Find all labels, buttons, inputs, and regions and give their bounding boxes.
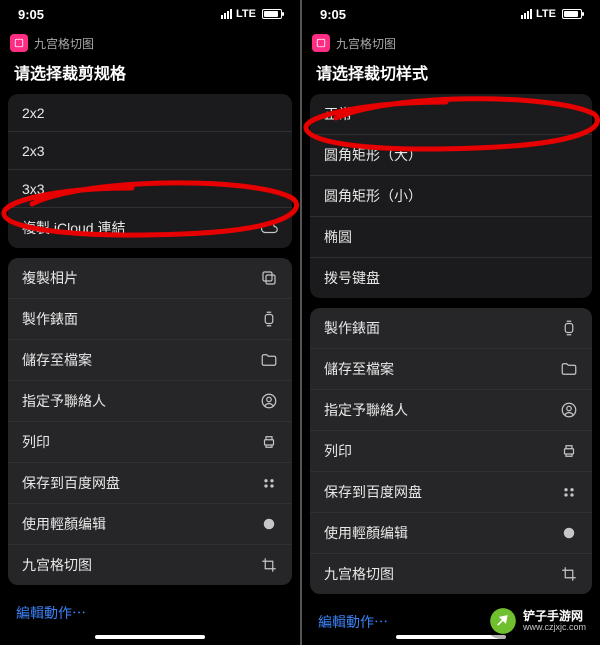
status-time: 9:05 (18, 7, 44, 22)
watermark-url: www.czjxjc.com (523, 623, 586, 632)
print-icon (260, 433, 278, 451)
option-round-small[interactable]: 圆角矩形（小） (310, 176, 592, 217)
option-dialpad[interactable]: 拨号键盘 (310, 258, 592, 298)
action-label: 列印 (22, 432, 50, 452)
action-save-to-files[interactable]: 儲存至檔案 (8, 340, 292, 381)
shortcut-app-icon (312, 34, 330, 52)
status-bar: 9:05 LTE (0, 0, 300, 28)
phone-right: 9:05 LTE 九宫格切图 请选择裁切样式 正常 圆角矩形（大） 圆角矩形（小… (300, 0, 600, 645)
action-label: 指定予聯絡人 (324, 400, 408, 420)
option-3x3[interactable]: 3x3 (8, 170, 292, 208)
person-icon (560, 401, 578, 419)
action-print[interactable]: 列印 (310, 431, 592, 472)
option-normal[interactable]: 正常 (310, 94, 592, 135)
phone-left: 9:05 LTE 九宫格切图 请选择裁剪规格 2x2 2x3 3x3 (0, 0, 300, 645)
action-label: 使用輕顏编辑 (22, 514, 106, 534)
action-assign-contact[interactable]: 指定予聯絡人 (310, 390, 592, 431)
action-create-watchface[interactable]: 製作錶面 (8, 299, 292, 340)
action-label: 列印 (324, 441, 352, 461)
sheet-title: 请选择裁剪规格 (0, 60, 300, 94)
dot-icon (560, 524, 578, 542)
action-assign-contact[interactable]: 指定予聯絡人 (8, 381, 292, 422)
option-copy-icloud-link[interactable]: 複製 iCloud 連結 (8, 208, 292, 248)
options-group: 2x2 2x3 3x3 複製 iCloud 連結 (8, 94, 292, 248)
option-label: 複製 iCloud 連結 (22, 218, 125, 238)
action-label: 複製相片 (22, 268, 78, 288)
action-label: 指定予聯絡人 (22, 391, 106, 411)
watch-icon (560, 319, 578, 337)
action-save-to-files[interactable]: 儲存至檔案 (310, 349, 592, 390)
signal-icon (521, 9, 532, 19)
action-label: 保存到百度网盘 (324, 482, 422, 502)
actions-group: 製作錶面 儲存至檔案 指定予聯絡人 列印 (310, 308, 592, 594)
status-time: 9:05 (320, 7, 346, 22)
shortcut-name: 九宫格切图 (34, 35, 94, 52)
action-label: 使用輕顏编辑 (324, 523, 408, 543)
crop-icon (560, 565, 578, 583)
option-label: 圆角矩形（大） (324, 145, 422, 165)
person-icon (260, 392, 278, 410)
home-indicator[interactable] (95, 635, 205, 639)
action-copy-photo[interactable]: 複製相片 (8, 258, 292, 299)
status-right: LTE (521, 8, 582, 20)
option-label: 圆角矩形（小） (324, 186, 422, 206)
action-save-baidu[interactable]: 保存到百度网盘 (8, 463, 292, 504)
option-2x3[interactable]: 2x3 (8, 132, 292, 170)
status-carrier: LTE (536, 8, 556, 20)
battery-icon (562, 9, 582, 19)
shortcut-header: 九宫格切图 (10, 34, 290, 52)
action-label: 儲存至檔案 (324, 359, 394, 379)
options-group: 正常 圆角矩形（大） 圆角矩形（小） 椭圆 拨号键盘 (310, 94, 592, 298)
status-right: LTE (221, 8, 282, 20)
actions-group: 複製相片 製作錶面 儲存至檔案 指定予聯絡人 (8, 258, 292, 585)
option-label: 拨号键盘 (324, 268, 380, 288)
edit-actions-link[interactable]: 編輯動作⋯ (0, 595, 300, 623)
crop-icon (260, 556, 278, 574)
cloud-icon (260, 219, 278, 237)
option-label: 2x2 (22, 105, 45, 121)
action-grid-cut[interactable]: 九宫格切图 (8, 545, 292, 585)
action-grid-cut[interactable]: 九宫格切图 (310, 554, 592, 594)
print-icon (560, 442, 578, 460)
baidu-icon (560, 483, 578, 501)
action-label: 九宫格切图 (22, 555, 92, 575)
action-label: 保存到百度网盘 (22, 473, 120, 493)
baidu-icon (260, 474, 278, 492)
status-carrier: LTE (236, 8, 256, 20)
status-bar: 9:05 LTE (302, 0, 600, 28)
action-save-baidu[interactable]: 保存到百度网盘 (310, 472, 592, 513)
home-indicator[interactable] (396, 635, 506, 639)
copy-icon (260, 269, 278, 287)
option-label: 椭圆 (324, 227, 352, 247)
option-round-large[interactable]: 圆角矩形（大） (310, 135, 592, 176)
option-ellipse[interactable]: 椭圆 (310, 217, 592, 258)
sheet-title: 请选择裁切样式 (302, 60, 600, 94)
folder-icon (560, 360, 578, 378)
watermark-logo-icon (489, 607, 517, 635)
action-label: 九宫格切图 (324, 564, 394, 584)
action-edit-qingyan[interactable]: 使用輕顏编辑 (8, 504, 292, 545)
watermark: 铲子手游网 www.czjxjc.com (485, 603, 594, 639)
action-label: 儲存至檔案 (22, 350, 92, 370)
action-edit-qingyan[interactable]: 使用輕顏编辑 (310, 513, 592, 554)
option-label: 3x3 (22, 181, 45, 197)
action-print[interactable]: 列印 (8, 422, 292, 463)
watch-icon (260, 310, 278, 328)
shortcut-name: 九宫格切图 (336, 35, 396, 52)
folder-icon (260, 351, 278, 369)
signal-icon (221, 9, 232, 19)
battery-icon (262, 9, 282, 19)
option-2x2[interactable]: 2x2 (8, 94, 292, 132)
watermark-title: 铲子手游网 (523, 610, 586, 623)
option-label: 2x3 (22, 143, 45, 159)
shortcut-header: 九宫格切图 (312, 34, 590, 52)
action-create-watchface[interactable]: 製作錶面 (310, 308, 592, 349)
action-label: 製作錶面 (22, 309, 78, 329)
dot-icon (260, 515, 278, 533)
shortcut-app-icon (10, 34, 28, 52)
action-label: 製作錶面 (324, 318, 380, 338)
option-label: 正常 (324, 104, 352, 124)
